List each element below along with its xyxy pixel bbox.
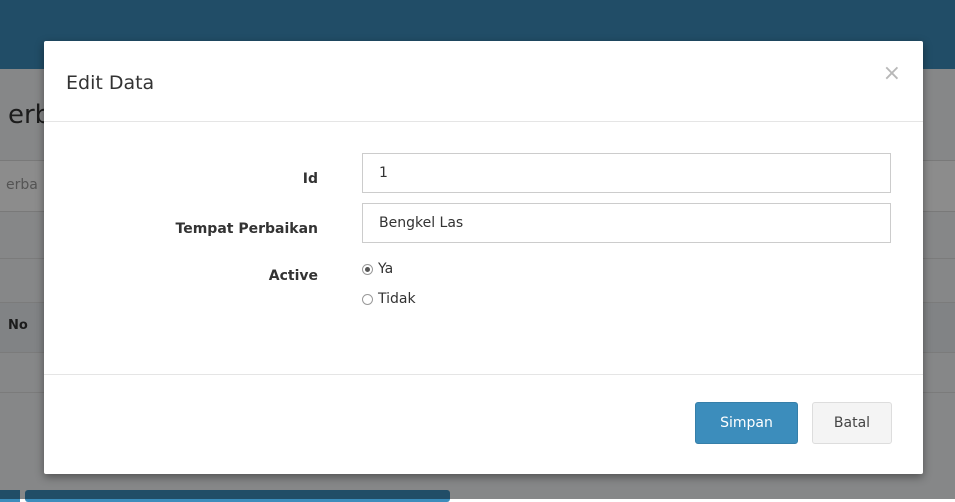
- active-option-ya[interactable]: Ya: [362, 261, 393, 277]
- radio-checked-icon[interactable]: [362, 263, 373, 275]
- active-option-tidak-label: Tidak: [378, 291, 416, 307]
- active-option-ya-label: Ya: [378, 261, 394, 277]
- modal-footer: Simpan Batal: [44, 375, 923, 475]
- edit-data-modal: Edit Data × Id 1 Tempat Perbaikan Bengke…: [44, 41, 923, 474]
- radio-unchecked-icon[interactable]: [362, 293, 373, 305]
- active-option-tidak[interactable]: Tidak: [362, 291, 416, 307]
- cancel-button[interactable]: Batal: [812, 402, 892, 444]
- close-icon[interactable]: ×: [883, 63, 901, 85]
- modal-header: Edit Data ×: [44, 41, 923, 122]
- active-label: Active: [268, 268, 318, 284]
- modal-body: Id 1 Tempat Perbaikan Bengkel Las Active…: [44, 122, 923, 375]
- save-button[interactable]: Simpan: [695, 402, 798, 444]
- id-field[interactable]: 1: [362, 153, 891, 193]
- tempat-perbaikan-label: Tempat Perbaikan: [175, 221, 318, 237]
- id-label: Id: [302, 171, 318, 187]
- tempat-perbaikan-field[interactable]: Bengkel Las: [362, 203, 891, 243]
- id-field-value: 1: [379, 165, 388, 181]
- modal-title: Edit Data: [66, 72, 155, 94]
- tempat-perbaikan-field-value: Bengkel Las: [379, 215, 464, 231]
